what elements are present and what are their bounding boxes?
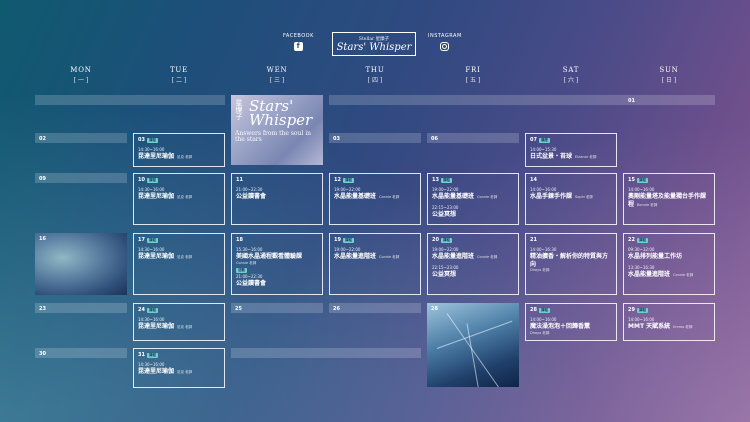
- brand-logo[interactable]: Stellar 星爍子 Stars' Whisper: [332, 32, 416, 56]
- weekday-mon: MON[ 一 ]: [70, 66, 92, 84]
- calendar-event[interactable]: 17 課程 14:30~16:00 昆達里尼瑜伽 尼克 老師: [133, 233, 225, 295]
- date-cell: 02: [35, 133, 127, 143]
- weekday-thu: THU[ 四 ]: [365, 66, 385, 84]
- calendar-event[interactable]: 31 課程 14:30~16:00 昆達里尼瑜伽 尼克 老師: [133, 348, 225, 388]
- decorative-photo: 16: [35, 233, 127, 295]
- calendar-event[interactable]: 28 課程 14:00~16:00 魔法澡泡泡＋回歸香薰 Dhaya 老師: [525, 303, 617, 341]
- instagram-link[interactable]: INSTAGRAM: [428, 33, 462, 51]
- calendar-event[interactable]: 20 課程 19:00~22:00 水晶能量進階班 Connie 老師 22:15~…: [427, 233, 519, 295]
- banner-subtitle: Answers from the soul in the stars: [235, 129, 312, 144]
- header: FACEBOOK f Stellar 星爍子 Stars' Whisper IN…: [0, 30, 750, 60]
- weekday-sat: SAT[ 六 ]: [562, 66, 580, 84]
- instagram-label: INSTAGRAM: [428, 33, 462, 39]
- date-cell: 25: [231, 303, 323, 313]
- calendar-event[interactable]: 29 課程 14:00~16:00 MMT 天賦系統 Emma 老師: [623, 303, 715, 341]
- weekday-fri: FRI[ 五 ]: [465, 66, 481, 84]
- facebook-link[interactable]: FACEBOOK f: [283, 33, 314, 51]
- date-number: 28: [431, 306, 438, 312]
- calendar-event[interactable]: 15 課程 14:00~16:00 奧剛能量塔及能量獨台手作課程 Bonnie 老師: [623, 173, 715, 225]
- date-cell: 23: [35, 303, 127, 313]
- banner-image: 星爍子 Stars' Whisper Answers from the soul…: [231, 95, 323, 165]
- date-cell: 09: [35, 173, 127, 183]
- calendar-event[interactable]: 22 課程 09:30~12:00 水晶排列能量工作坊 13:30~16:30 水…: [623, 233, 715, 295]
- calendar-event[interactable]: 07 講座 14:00~15:30 日式盆景・苔球 Eleanor 老師: [525, 133, 617, 167]
- calendar-event[interactable]: 18 15:30~16:00 美國水晶通程觀看體驗課 Connie 老師 活動 …: [231, 233, 323, 295]
- calendar-event[interactable]: 24 課程 14:30~16:00 昆達里尼瑜伽 尼克 老師: [133, 303, 225, 341]
- date-cell: 03: [329, 133, 421, 143]
- weekday-sun: SUN[ 日 ]: [659, 66, 679, 84]
- date-cell: 30: [35, 348, 127, 358]
- facebook-label: FACEBOOK: [283, 33, 314, 39]
- date-cell: 26: [329, 303, 421, 313]
- instagram-icon: [440, 42, 450, 51]
- logo-small-text: Stellar 星爍子: [358, 36, 390, 42]
- calendar-event[interactable]: 11 21:00~22:30 公益讀書會: [231, 173, 323, 225]
- weekday-tue: TUE[ 二 ]: [169, 66, 189, 84]
- logo-main-text: Stars' Whisper: [336, 41, 412, 53]
- calendar-event[interactable]: 21 14:00~16:30 精油擴香・解析你的特質與方向 Dhaya 老師: [525, 233, 617, 295]
- weekday-wed: WEN[ 三 ]: [266, 66, 288, 84]
- empty-cell: [35, 95, 225, 105]
- decorative-photo: 28: [427, 303, 519, 387]
- calendar-event[interactable]: 14 14:00~16:00 水晶手鍊手作課 Sophi 老師: [525, 173, 617, 225]
- date-cell: 06: [427, 133, 519, 143]
- banner-vertical-text: 星爍子: [235, 99, 243, 120]
- calendar-event[interactable]: 03 課程 14:30~16:00 昆達里尼瑜伽 尼克 老師: [133, 133, 225, 167]
- date-cell: 01: [329, 95, 715, 105]
- facebook-icon: f: [293, 42, 303, 51]
- calendar-event[interactable]: 12 課程 19:00~22:00 水晶能量基礎班 Connie 老師: [329, 173, 421, 225]
- banner-title: Stars' Whisper: [249, 97, 313, 130]
- calendar-event[interactable]: 10 課程 14:30~16:00 昆達里尼瑜伽 尼克 老師: [133, 173, 225, 225]
- calendar-event[interactable]: 19 課程 19:00~22:00 水晶能量進階班 Connie 老師: [329, 233, 421, 295]
- empty-cell: [231, 348, 421, 358]
- calendar-event[interactable]: 13 課程 19:00~22:00 水晶能量基礎班 Connie 老師 22:15~…: [427, 173, 519, 225]
